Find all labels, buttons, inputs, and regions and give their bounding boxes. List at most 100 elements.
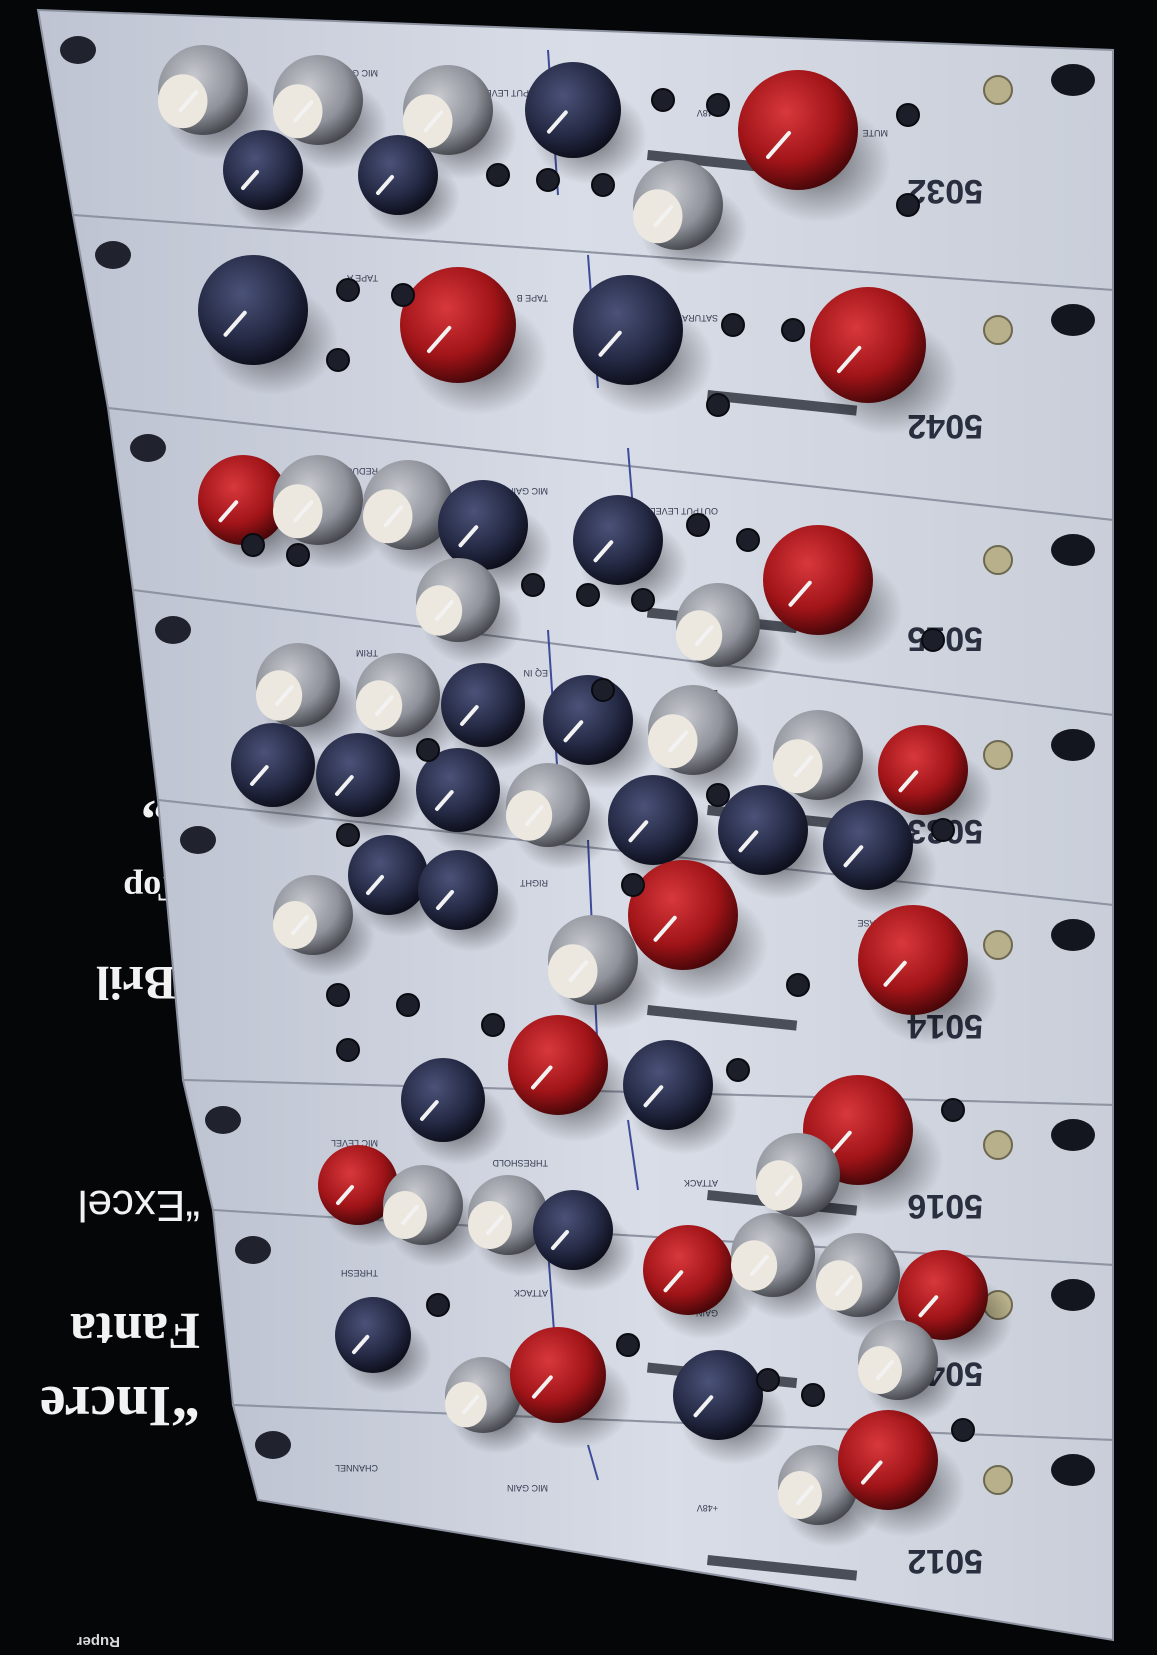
knob-cap [273,84,323,139]
knob-cap [445,1381,487,1428]
knob [838,1410,938,1510]
switch-button [686,513,710,537]
mount-slot [130,434,166,462]
module-panel [231,1403,1114,1642]
switch-button [416,738,440,762]
switch-button [576,583,600,607]
switch-button [616,1333,640,1357]
panel-screw [983,740,1013,770]
knob-cap [633,189,683,244]
switch-button [481,1013,505,1037]
knob [401,1058,485,1142]
knob [335,1297,411,1373]
module-model-number: 5015 [907,620,983,658]
switch-button [591,678,615,702]
module-model-number: 5012 [907,1542,983,1580]
switch-button [326,348,350,372]
panel-label: TAPE B [517,293,548,303]
knob [623,1040,713,1130]
knob-cap [778,1471,822,1519]
switch-button [396,993,420,1017]
switch-button [756,1368,780,1392]
knob [738,70,858,190]
knob-cap [468,1201,512,1249]
knob [231,723,315,807]
switch-button [426,1293,450,1317]
knob [878,725,968,815]
switch-button [286,543,310,567]
knob-cap [256,670,303,721]
panel-label: +48V [697,1503,718,1513]
switch-button [951,1418,975,1442]
knob [510,1327,606,1423]
switch-button [781,318,805,342]
panel-label: MIC GAIN [507,1483,548,1493]
mount-slot [60,36,96,64]
panel-screw [983,1465,1013,1495]
knob-cap [756,1160,803,1211]
switch-button [726,1058,750,1082]
switch-button [336,278,360,302]
module-rack: 5032MIC GAINOUTPUT LEVEL+48VMUTE5042TAPE… [28,0,1157,1650]
switch-button [591,173,615,197]
switch-button [241,533,265,557]
panel-label: EQ IN [523,668,548,678]
knob [608,775,698,865]
mount-slot [205,1106,241,1134]
knob [198,255,308,365]
panel-screw [983,315,1013,345]
switch-button [651,88,675,112]
switch-button [521,573,545,597]
knob [573,275,683,385]
switch-button [706,393,730,417]
knob-cap [816,1260,863,1311]
knob [358,135,438,215]
switch-button [706,93,730,117]
mount-slot [1051,919,1095,951]
switch-button [896,103,920,127]
switch-button [721,313,745,337]
mount-slot [95,241,131,269]
knob-cap [506,790,553,841]
switch-button [941,1098,965,1122]
switch-button [931,818,955,842]
panel-label: THRESH [341,1268,378,1278]
knob [441,663,525,747]
knob [525,62,621,158]
switch-button [786,973,810,997]
knob-cap [858,1346,902,1394]
switch-button [801,1383,825,1407]
knob [533,1190,613,1270]
mount-slot [155,616,191,644]
knob [763,525,873,635]
switch-button [391,283,415,307]
knob-cap [273,484,323,539]
knob-cap [416,585,463,636]
knob [400,267,516,383]
panel-screw [983,1130,1013,1160]
panel-label: TRIM [356,648,378,658]
mount-slot [235,1236,271,1264]
switch-button [896,193,920,217]
knob [810,287,926,403]
switch-button [621,873,645,897]
knob-cap [158,74,208,129]
switch-button [736,528,760,552]
mount-slot [1051,64,1095,96]
knob [673,1350,763,1440]
mount-slot [1051,1119,1095,1151]
panel-label: ATTACK [514,1288,548,1298]
switch-button [336,823,360,847]
mount-slot [1051,304,1095,336]
panel-screw [983,930,1013,960]
knob [223,130,303,210]
knob [438,480,528,570]
switch-button [921,628,945,652]
panel-label: CHANNEL [335,1463,378,1473]
mount-slot [1051,1454,1095,1486]
switch-button [486,163,510,187]
knob-cap [676,610,723,661]
knob-cap [773,739,823,794]
mount-slot [1051,534,1095,566]
panel-screw [983,75,1013,105]
